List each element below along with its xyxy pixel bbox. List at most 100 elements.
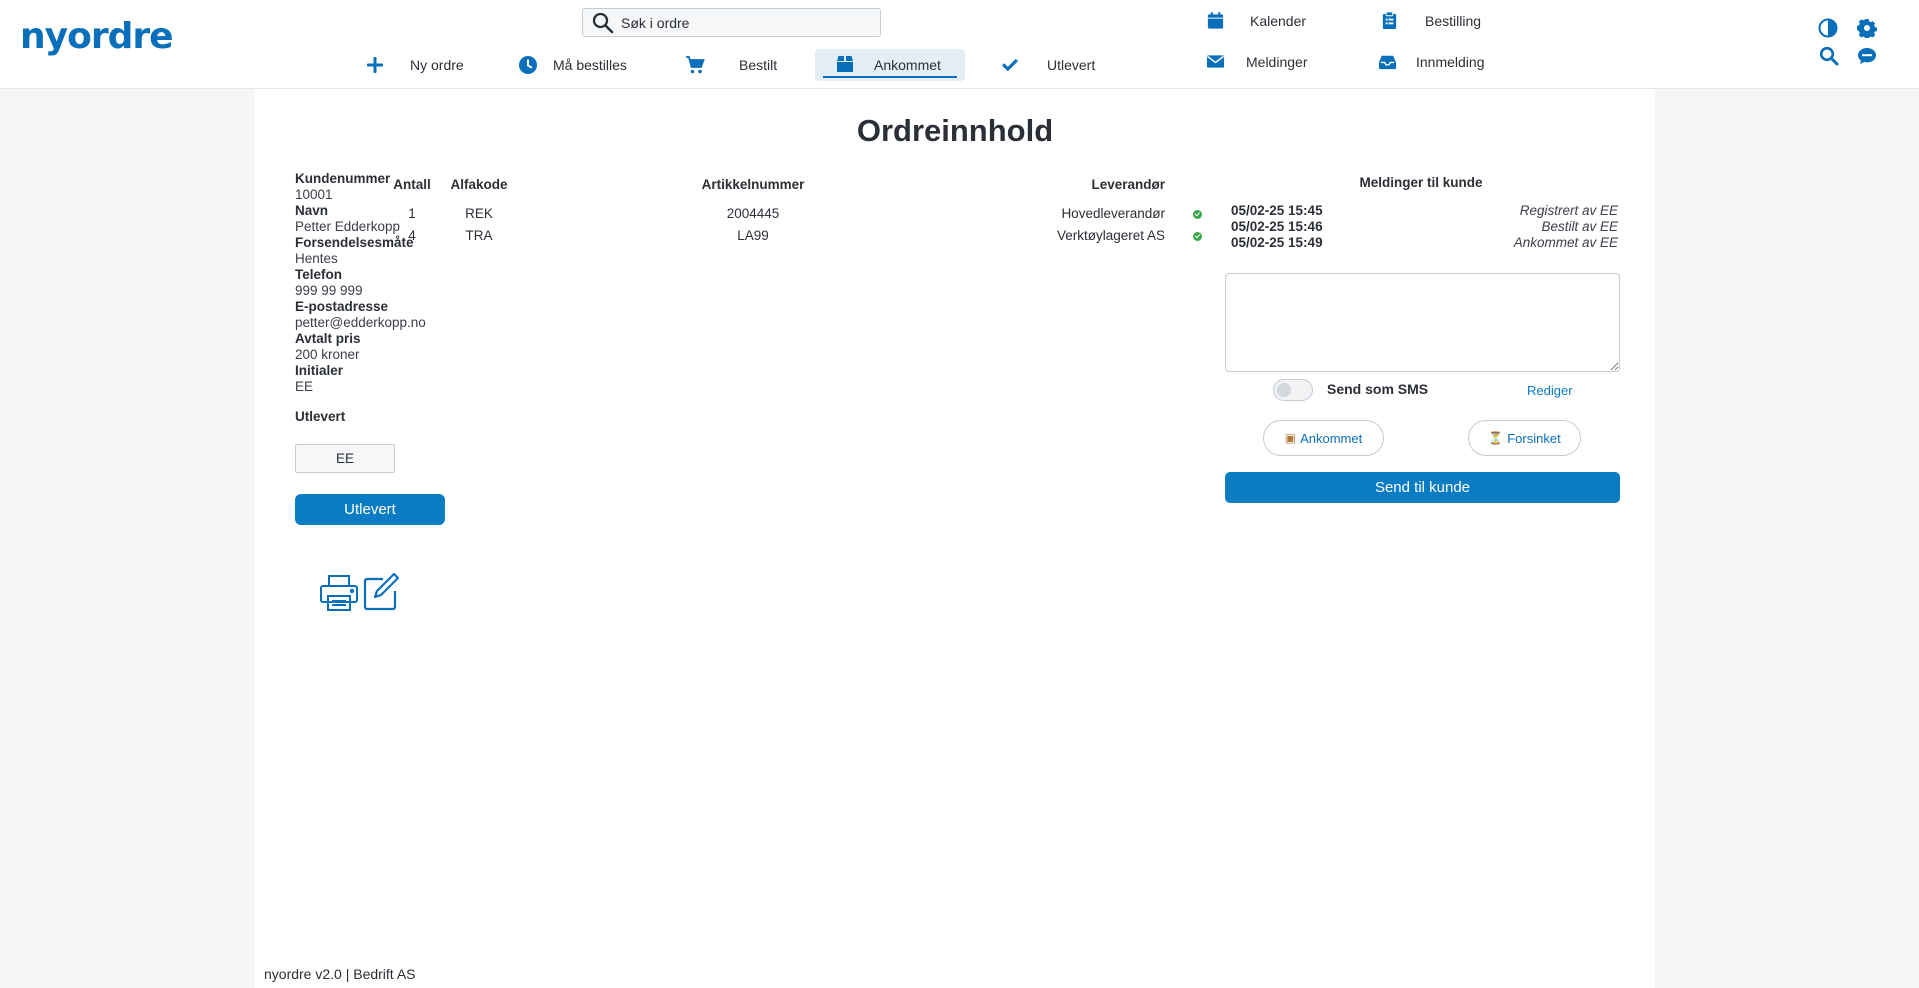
theme-toggle[interactable]: [1818, 18, 1838, 38]
telefon-label: Telefon: [295, 267, 342, 282]
box-icon: [837, 56, 853, 72]
hourglass-icon: ⏳: [1488, 431, 1504, 445]
edit-icon[interactable]: [361, 571, 401, 611]
cart-icon: [686, 56, 705, 74]
utlevert-label: Utlevert: [295, 409, 346, 424]
nav-item-innmelding[interactable]: Innmelding: [1378, 50, 1508, 74]
settings-button[interactable]: [1856, 18, 1878, 40]
search-box[interactable]: [582, 8, 881, 37]
log-event: Registrert av EE: [1519, 203, 1618, 218]
nav-label: Må bestilles: [553, 57, 627, 73]
nav-label: Kalender: [1250, 13, 1307, 29]
log-timestamp: 05/02-25 15:46: [1231, 219, 1323, 234]
kundenummer-label: Kundenummer: [295, 171, 391, 186]
nav-label: Bestilt: [739, 57, 778, 73]
message-log-row: 05/02-25 15:45 Registrert av EE: [1231, 203, 1621, 219]
cell-alfakode: REK: [465, 206, 493, 221]
cell-antall: 1: [408, 206, 416, 221]
message-log-row: 05/02-25 15:46 Bestilt av EE: [1231, 219, 1621, 235]
nav-label: Ny ordre: [410, 57, 464, 73]
envelope-icon: [1206, 55, 1225, 68]
nav-item-bestilt[interactable]: Bestilt: [685, 49, 785, 81]
sms-button[interactable]: [1857, 46, 1877, 66]
col-header-artikkelnummer: Artikkelnummer: [701, 177, 805, 192]
forsendelse-label: Forsendelsesmåte: [295, 235, 414, 250]
epost-value: petter@edderkopp.no: [295, 315, 426, 330]
toggle-knob: [1277, 383, 1291, 397]
logo[interactable]: nyordre: [20, 16, 174, 57]
log-event: Bestilt av EE: [1541, 219, 1618, 234]
message-log-row: 05/02-25 15:49 Ankommet av EE: [1231, 235, 1621, 251]
footer-text: nyordre v2.0 | Bedrift AS: [264, 966, 416, 982]
printer-icon[interactable]: [319, 574, 359, 612]
cell-artikkelnummer: LA99: [737, 228, 769, 243]
cell-antall: 4: [408, 228, 416, 243]
customer-info: Kundenummer 10001 Navn Petter Edderkopp …: [295, 171, 455, 395]
pris-label: Avtalt pris: [295, 331, 361, 346]
nav-label: Meldinger: [1246, 54, 1308, 70]
status-check-icon: [1193, 210, 1202, 219]
cell-alfakode: TRA: [465, 228, 493, 243]
sms-chat-icon: [1858, 48, 1876, 64]
telefon-value: 999 99 999: [295, 283, 363, 298]
nav-item-bestilling[interactable]: Bestilling: [1380, 9, 1500, 33]
edit-templates-link[interactable]: Rediger: [1527, 383, 1573, 398]
status-check-icon: [1193, 232, 1202, 241]
cell-leverandor: Verktøylageret AS: [1056, 228, 1165, 243]
utlevert-initials-input[interactable]: [295, 444, 395, 473]
nav-item-kalender[interactable]: Kalender: [1206, 9, 1326, 33]
template-ankommet-button[interactable]: ▣ Ankommet: [1263, 420, 1384, 456]
col-header-alfakode: Alfakode: [450, 177, 508, 192]
cell-artikkelnummer: 2004445: [726, 206, 780, 221]
nav-item-ankommet[interactable]: Ankommet: [815, 49, 965, 81]
navn-value: Petter Edderkopp: [295, 219, 401, 234]
chip-label: Forsinket: [1507, 430, 1561, 446]
search-button[interactable]: [1819, 46, 1839, 66]
clipboard-icon: [1382, 11, 1397, 30]
check-icon: [1002, 58, 1018, 72]
pris-value: 200 kroner: [295, 347, 360, 362]
initialer-value: EE: [295, 379, 314, 394]
top-header: nyordre Ny ordre Må bestilles Bestilt An…: [0, 0, 1919, 89]
plus-icon: [367, 57, 383, 73]
search-icon: [1819, 46, 1839, 66]
page-title: Ordreinnhold: [856, 113, 1054, 148]
initialer-label: Initialer: [295, 363, 344, 378]
forsendelse-value: Hentes: [295, 251, 338, 266]
search-input[interactable]: [621, 14, 871, 31]
contrast-icon: [1818, 18, 1838, 38]
send-to-customer-button[interactable]: Send til kunde: [1225, 472, 1620, 503]
sms-toggle[interactable]: [1273, 379, 1313, 401]
nav-item-utlevert[interactable]: Utlevert: [998, 49, 1108, 81]
sms-label: Send som SMS: [1327, 381, 1429, 397]
navn-label: Navn: [295, 203, 329, 218]
template-forsinket-button[interactable]: ⏳ Forsinket: [1468, 420, 1581, 456]
calendar-icon: [1207, 11, 1224, 29]
messages-title: Meldinger til kunde: [1359, 175, 1483, 190]
log-timestamp: 05/02-25 15:49: [1231, 235, 1323, 250]
gear-icon: [1856, 18, 1878, 40]
nav-item-ny-ordre[interactable]: Ny ordre: [362, 49, 482, 81]
clock-icon: [519, 56, 537, 74]
cell-leverandor: Hovedleverandør: [1061, 206, 1165, 221]
package-icon: ▣: [1284, 431, 1297, 445]
search-icon: [592, 12, 614, 33]
active-underline: [823, 76, 957, 78]
nav-label: Utlevert: [1047, 57, 1096, 73]
nav-label: Innmelding: [1416, 54, 1485, 70]
nav-item-ma-bestilles[interactable]: Må bestilles: [518, 49, 658, 81]
epost-label: E-postadresse: [295, 299, 389, 314]
chip-label: Ankommet: [1300, 430, 1363, 446]
log-event: Ankommet av EE: [1513, 235, 1618, 250]
log-timestamp: 05/02-25 15:45: [1231, 203, 1323, 218]
inbox-icon: [1378, 55, 1397, 70]
kundenummer-value: 10001: [295, 187, 333, 202]
nav-label: Ankommet: [874, 57, 941, 73]
utlevert-button[interactable]: Utlevert: [295, 494, 445, 525]
nav-item-meldinger[interactable]: Meldinger: [1206, 50, 1326, 74]
col-header-leverandor: Leverandør: [1091, 177, 1165, 192]
order-content-card: Ordreinnhold Kundenummer 10001 Navn Pett…: [255, 89, 1655, 988]
nav-label: Bestilling: [1425, 13, 1482, 29]
col-header-antall: Antall: [393, 177, 431, 192]
message-textarea[interactable]: [1225, 273, 1620, 372]
